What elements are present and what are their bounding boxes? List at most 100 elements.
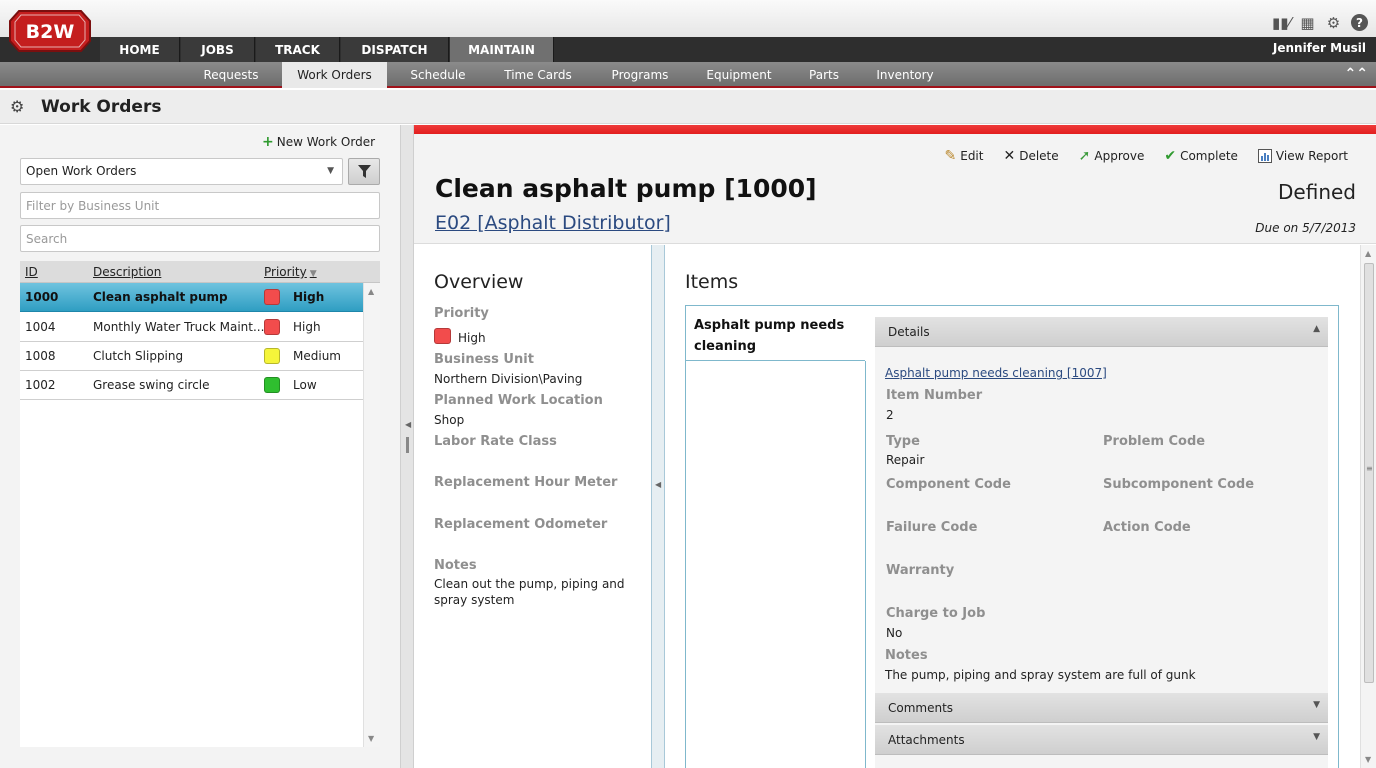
gears-icon: ⚙ bbox=[10, 97, 25, 116]
problem-code-label: Problem Code bbox=[1103, 434, 1206, 449]
column-header-priority-label: Priority bbox=[264, 265, 307, 279]
table-row[interactable]: 1000 Clean asphalt pump High bbox=[20, 283, 363, 312]
collapse-left-icon[interactable]: ◀ bbox=[655, 480, 661, 489]
subnav-time-cards[interactable]: Time Cards bbox=[492, 62, 584, 88]
priority-color-swatch bbox=[264, 289, 280, 305]
scroll-down-icon[interactable]: ▼ bbox=[1365, 755, 1371, 764]
work-order-filter-select[interactable]: Open Work Orders ▼ bbox=[20, 158, 343, 185]
table-row[interactable]: 1002 Grease swing circle Low bbox=[20, 371, 363, 400]
scroll-up-icon[interactable]: ▲ bbox=[368, 287, 374, 296]
charge-to-job-label: Charge to Job bbox=[886, 606, 986, 621]
main-nav: HOME JOBS TRACK DISPATCH MAINTAIN Jennif… bbox=[0, 37, 1376, 62]
help-icon[interactable]: ? bbox=[1351, 14, 1368, 31]
row-description: Clutch Slipping bbox=[93, 349, 184, 363]
detail-header: ✎ Edit ✕ Delete ➚ Approve ✔ Complete View Re… bbox=[414, 134, 1376, 244]
search-input[interactable] bbox=[20, 225, 380, 252]
new-work-order-button[interactable]: + New Work Order bbox=[262, 134, 375, 150]
gear-icon[interactable]: ⚙ bbox=[1325, 14, 1342, 32]
scroll-down-icon[interactable]: ▼ bbox=[368, 734, 374, 743]
priority-color-swatch bbox=[264, 348, 280, 364]
collapse-left-icon[interactable]: ◀ bbox=[405, 420, 411, 429]
scrollbar-thumb[interactable]: ≡ bbox=[1364, 263, 1374, 683]
library-icon[interactable]: ▮▮⁄ bbox=[1272, 14, 1291, 32]
column-header-description[interactable]: Description bbox=[93, 265, 161, 279]
item-detail-panel: Details ▲ Asphalt pump needs cleaning [1… bbox=[875, 317, 1328, 768]
subnav-requests[interactable]: Requests bbox=[190, 62, 272, 88]
item-link[interactable]: Asphalt pump needs cleaning [1007] bbox=[885, 366, 1107, 380]
item-notes-label: Notes bbox=[885, 648, 928, 663]
attachments-accordion-header[interactable]: Attachments ▼ bbox=[875, 725, 1328, 755]
row-priority: Low bbox=[293, 378, 317, 392]
subcomponent-code-label: Subcomponent Code bbox=[1103, 477, 1255, 492]
details-header-label: Details bbox=[888, 325, 930, 339]
checkmark-icon: ✔ bbox=[1164, 148, 1177, 164]
approve-label: Approve bbox=[1094, 149, 1145, 163]
x-icon: ✕ bbox=[1003, 148, 1016, 164]
work-order-title: Clean asphalt pump [1000] bbox=[435, 174, 817, 203]
business-unit-label: Business Unit bbox=[434, 352, 534, 367]
row-priority: Medium bbox=[293, 349, 341, 363]
row-description: Grease swing circle bbox=[93, 378, 210, 392]
subnav-equipment[interactable]: Equipment bbox=[696, 62, 782, 88]
row-description: Clean asphalt pump bbox=[93, 290, 228, 304]
table-row[interactable]: 1004 Monthly Water Truck Maint... High bbox=[20, 313, 363, 342]
overview-section: Overview Priority High Business Unit Nor… bbox=[414, 245, 651, 768]
pencil-icon: ✎ bbox=[944, 148, 957, 164]
failure-code-label: Failure Code bbox=[886, 520, 978, 535]
comments-header-label: Comments bbox=[888, 701, 954, 715]
business-unit-value: Northern Division\Paving bbox=[434, 372, 583, 386]
chart-icon[interactable]: ▦ bbox=[1299, 14, 1316, 32]
comments-accordion-header[interactable]: Comments ▼ bbox=[875, 693, 1328, 723]
work-order-list-panel: +New Work Order Open Work Orders ▼ ID De… bbox=[0, 125, 400, 768]
section-splitter[interactable]: ◀ bbox=[651, 245, 665, 768]
approve-button[interactable]: ➚ Approve bbox=[1079, 148, 1145, 164]
due-date: Due on 5/7/2013 bbox=[1255, 221, 1356, 235]
business-unit-filter-input[interactable] bbox=[20, 192, 380, 219]
chevron-down-icon: ▼ bbox=[327, 166, 334, 176]
subnav-schedule[interactable]: Schedule bbox=[398, 62, 478, 88]
priority-color-swatch bbox=[434, 328, 451, 344]
splitter-grip[interactable] bbox=[406, 437, 409, 453]
new-work-order-label: New Work Order bbox=[276, 135, 376, 149]
priority-value: High bbox=[458, 331, 486, 345]
chevron-down-icon: ▼ bbox=[1313, 700, 1320, 710]
b2w-logo[interactable]: B2W bbox=[9, 9, 91, 53]
item-tab[interactable]: Asphalt pump needs cleaning bbox=[686, 306, 865, 361]
filter-button[interactable] bbox=[348, 158, 380, 185]
row-id: 1002 bbox=[25, 378, 56, 392]
priority-stripe bbox=[414, 125, 1376, 134]
scroll-up-icon[interactable]: ▲ bbox=[1365, 249, 1371, 258]
item-number-value: 2 bbox=[886, 408, 894, 422]
tab-dispatch[interactable]: DISPATCH bbox=[341, 37, 449, 62]
tab-jobs[interactable]: JOBS bbox=[181, 37, 255, 62]
tab-home[interactable]: HOME bbox=[100, 37, 180, 62]
column-header-id[interactable]: ID bbox=[25, 265, 38, 279]
list-scrollbar[interactable]: ▲ ▼ bbox=[363, 283, 380, 747]
tab-maintain[interactable]: MAINTAIN bbox=[450, 37, 554, 62]
subnav-work-orders[interactable]: Work Orders bbox=[282, 62, 387, 88]
subnav-programs[interactable]: Programs bbox=[598, 62, 682, 88]
column-header-priority[interactable]: Priority ▼ bbox=[264, 265, 317, 279]
table-row[interactable]: 1008 Clutch Slipping Medium bbox=[20, 342, 363, 371]
tab-track[interactable]: TRACK bbox=[256, 37, 340, 62]
odometer-label: Replacement Odometer bbox=[434, 517, 608, 532]
notes-label: Notes bbox=[434, 558, 477, 573]
view-report-button[interactable]: View Report bbox=[1257, 148, 1348, 164]
edit-label: Edit bbox=[960, 149, 984, 163]
subnav-parts[interactable]: Parts bbox=[796, 62, 852, 88]
equipment-link[interactable]: E02 [Asphalt Distributor] bbox=[435, 212, 671, 234]
complete-button[interactable]: ✔ Complete bbox=[1164, 148, 1238, 164]
plus-icon: + bbox=[262, 134, 274, 150]
user-name[interactable]: Jennifer Musil bbox=[1273, 37, 1366, 59]
detail-scrollbar[interactable]: ▲ ≡ ▼ bbox=[1360, 245, 1376, 768]
overview-title: Overview bbox=[434, 271, 524, 293]
hour-meter-label: Replacement Hour Meter bbox=[434, 475, 618, 490]
panel-splitter[interactable]: ◀ bbox=[400, 125, 414, 768]
collapse-up-icon[interactable]: ⌃⌃ bbox=[1345, 66, 1368, 82]
funnel-icon bbox=[358, 165, 371, 178]
table-header: ID Description Priority ▼ bbox=[20, 261, 380, 283]
delete-button[interactable]: ✕ Delete bbox=[1003, 148, 1058, 164]
details-accordion-header[interactable]: Details ▲ bbox=[875, 317, 1328, 347]
edit-button[interactable]: ✎ Edit bbox=[945, 148, 984, 164]
subnav-inventory[interactable]: Inventory bbox=[866, 62, 944, 88]
